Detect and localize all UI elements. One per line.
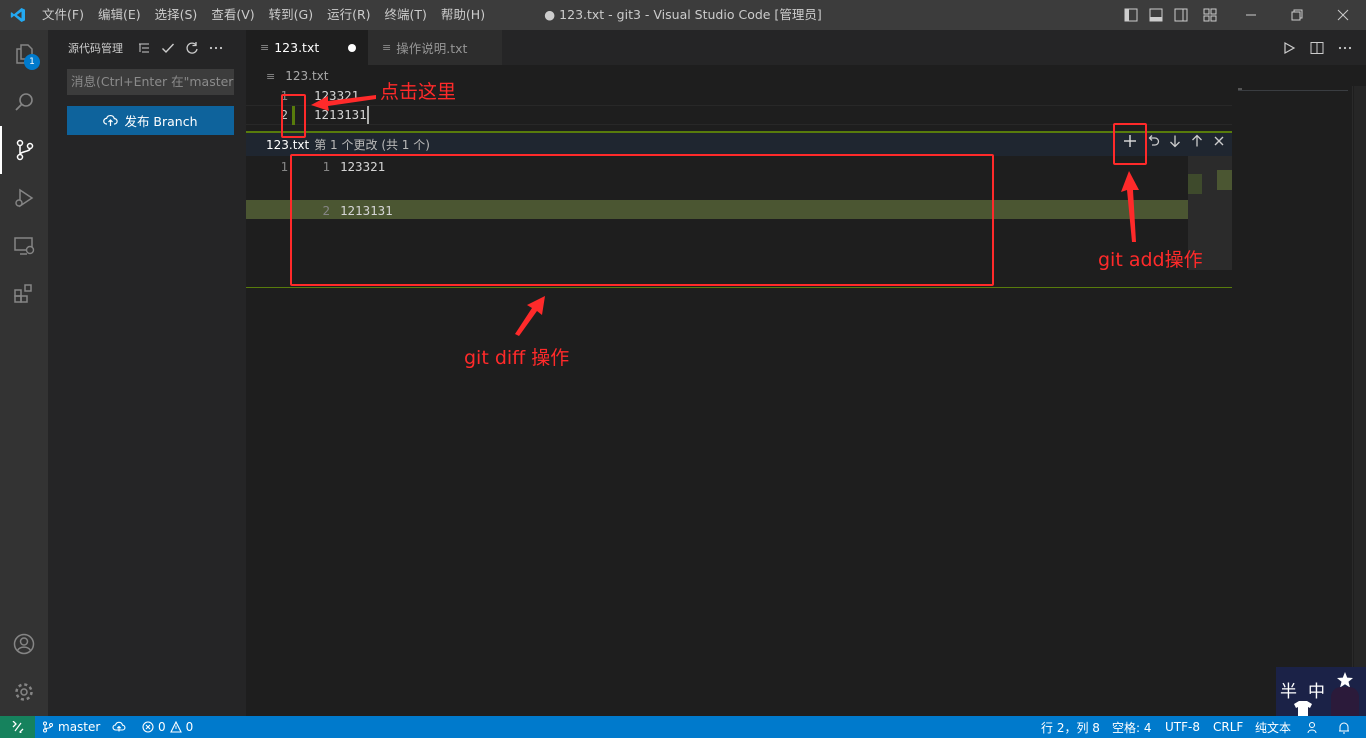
ime-char-zhong: 中 (1308, 682, 1325, 702)
menu-edit[interactable]: 编辑(E) (91, 0, 148, 30)
problems-indicator[interactable]: 0 0 (142, 716, 193, 738)
menu-go[interactable]: 转到(G) (262, 0, 320, 30)
annotation-arrow-up (1121, 171, 1139, 242)
settings-gear-icon[interactable] (0, 668, 48, 716)
publish-branch-label: 发布 Branch (124, 114, 198, 129)
explorer-icon[interactable]: 1 (0, 30, 48, 78)
annotation-git-add: git add操作 (1098, 249, 1203, 271)
annotation-click-here: 点击这里 (380, 81, 457, 103)
activity-bar: 1 (0, 30, 48, 716)
breadcrumb-file: 123.txt (285, 69, 329, 83)
branch-indicator[interactable]: master (42, 716, 100, 738)
error-icon (142, 721, 154, 733)
run-icon[interactable] (1282, 41, 1296, 55)
tshirt-icon (1294, 701, 1312, 716)
next-change-icon[interactable] (1168, 134, 1182, 148)
remote-explorer-icon[interactable] (0, 222, 48, 270)
unsaved-dot-icon[interactable] (348, 44, 356, 52)
source-control-icon[interactable] (0, 126, 48, 174)
overview-ruler (1352, 86, 1366, 716)
more-actions-icon[interactable] (209, 41, 223, 55)
annotation-arrow-diff (515, 296, 545, 336)
commit-message-input[interactable]: 消息(Ctrl+Enter 在"master"提交) (67, 69, 234, 95)
toggle-panel-icon[interactable] (1143, 0, 1168, 30)
minimize-icon[interactable] (1228, 0, 1274, 30)
menu-bar: 文件(F) 编辑(E) 选择(S) 查看(V) 转到(G) 运行(R) 终端(T… (35, 0, 492, 30)
language-mode[interactable]: 纯文本 (1255, 716, 1291, 738)
breadcrumb[interactable]: ≡ 123.txt (266, 66, 328, 86)
peek-change-description: 第 1 个更改 (共 1 个) (314, 138, 430, 152)
warning-icon (169, 721, 182, 733)
extensions-icon[interactable] (0, 270, 48, 318)
explorer-badge: 1 (24, 54, 40, 70)
warning-count: 0 (185, 720, 194, 734)
menu-help[interactable]: 帮助(H) (434, 0, 492, 30)
menu-view[interactable]: 查看(V) (204, 0, 261, 30)
git-branch-icon (43, 721, 53, 733)
annotation-diff-box (290, 154, 994, 286)
branch-name: master (58, 720, 101, 734)
run-debug-icon[interactable] (0, 174, 48, 222)
source-control-sidebar: 源代码管理 消息(Ctrl+Enter 在"master"提交) 发布 Bran… (48, 30, 246, 716)
encoding[interactable]: UTF-8 (1165, 716, 1200, 738)
previous-change-icon[interactable] (1190, 134, 1204, 148)
publish-cloud-icon[interactable] (112, 716, 126, 738)
error-count: 0 (158, 720, 166, 734)
publish-branch-button[interactable]: 发布 Branch (67, 106, 234, 135)
close-window-icon[interactable] (1320, 0, 1366, 30)
tab-123-txt[interactable]: ≡ 123.txt (246, 30, 368, 65)
peek-file-name: 123.txt (266, 137, 310, 152)
menu-file[interactable]: 文件(F) (35, 0, 91, 30)
remote-indicator-icon[interactable] (0, 716, 35, 738)
cloud-upload-icon (103, 115, 119, 126)
search-icon[interactable] (0, 78, 48, 126)
tab-label: 操作说明.txt (396, 41, 468, 56)
commit-check-icon[interactable] (161, 41, 175, 55)
end-of-line[interactable]: CRLF (1213, 716, 1243, 738)
text-file-icon: ≡ (382, 41, 392, 54)
menu-terminal[interactable]: 终端(T) (378, 0, 434, 30)
menu-selection[interactable]: 选择(S) (148, 0, 205, 30)
ime-char-ban: 半 (1280, 682, 1297, 702)
text-file-icon: ≡ (260, 41, 270, 54)
close-peek-icon[interactable] (1212, 134, 1226, 148)
split-editor-icon[interactable] (1310, 41, 1324, 55)
ime-figure-graphic (1331, 687, 1359, 716)
feedback-icon[interactable] (1307, 716, 1320, 738)
view-as-tree-icon[interactable] (137, 41, 151, 55)
toggle-sidebar-icon[interactable] (1118, 0, 1143, 30)
title-bar: 文件(F) 编辑(E) 选择(S) 查看(V) 转到(G) 运行(R) 终端(T… (0, 0, 1366, 30)
restore-icon[interactable] (1274, 0, 1320, 30)
tab-instructions-txt[interactable]: ≡ 操作说明.txt (368, 30, 502, 65)
notifications-bell-icon[interactable] (1338, 716, 1350, 738)
status-bar: master 0 0 行 2，列 8 空格: 4 UTF-8 CRLF 纯文本 (0, 716, 1366, 738)
cursor-position[interactable]: 行 2，列 8 (1041, 716, 1100, 738)
menu-run[interactable]: 运行(R) (320, 0, 377, 30)
ime-toolbar[interactable]: 半 中 (1276, 667, 1366, 716)
text-file-icon: ≡ (266, 69, 276, 83)
vscode-logo-icon (0, 0, 35, 30)
editor-tabs: ≡ 123.txt ≡ 操作说明.txt (246, 30, 1366, 65)
annotation-git-diff: git diff 操作 (464, 347, 570, 369)
account-icon[interactable] (0, 620, 48, 668)
sidebar-title: 源代码管理 (68, 41, 123, 55)
toggle-secondary-sidebar-icon[interactable] (1168, 0, 1193, 30)
tab-label: 123.txt (274, 40, 320, 55)
refresh-icon[interactable] (185, 41, 199, 55)
minimap (1238, 88, 1350, 91)
original-line-number: 1 (280, 159, 288, 174)
revert-change-icon[interactable] (1146, 134, 1160, 148)
annotation-arrow-left (311, 95, 376, 111)
indentation[interactable]: 空格: 4 (1112, 716, 1152, 738)
annotation-gutter-box (281, 94, 306, 138)
annotation-stage-box (1113, 123, 1147, 165)
customize-layout-icon[interactable] (1197, 0, 1222, 30)
more-actions-icon[interactable] (1338, 41, 1352, 55)
